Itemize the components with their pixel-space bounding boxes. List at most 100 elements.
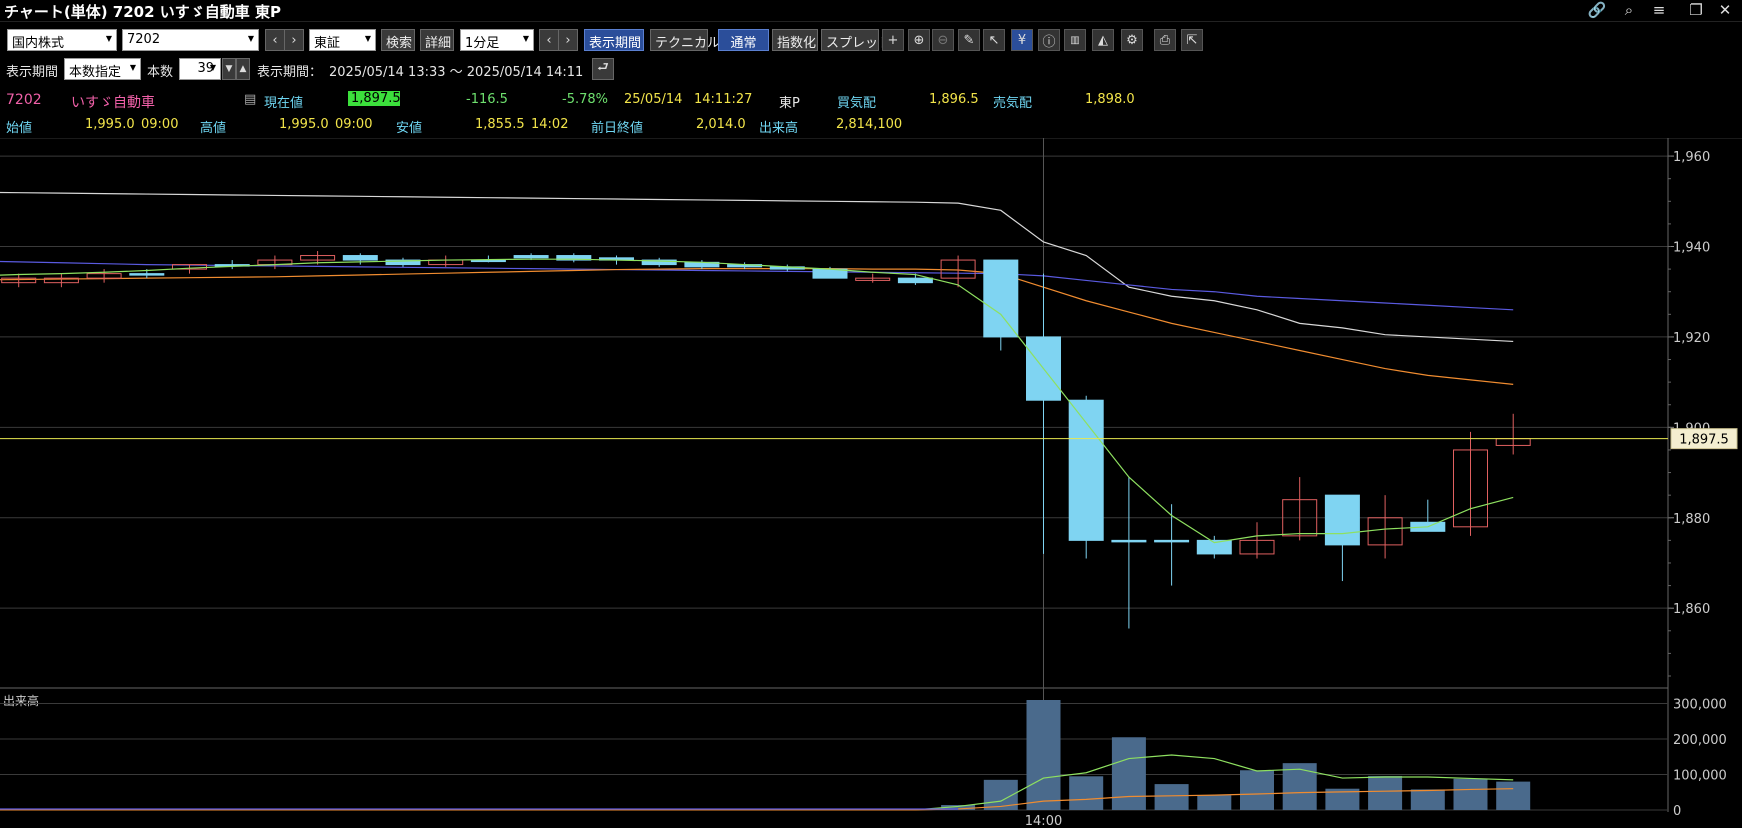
price-tick-label: 1,880 [1673,512,1710,527]
info-icon[interactable]: ⓘ [1038,29,1060,51]
low-time: 14:02 [531,117,569,132]
open-value: 1,995.0 [85,117,135,132]
technical-button[interactable]: テクニカル [650,29,720,51]
volume-tick-label: 0 [1673,804,1681,819]
search-button[interactable]: 検索 [381,29,415,51]
memo-icon[interactable]: ▤ [244,92,256,107]
high-value: 1,995.0 [279,117,329,132]
volume-bar[interactable] [1026,700,1061,810]
candle-body[interactable] [1154,539,1190,543]
volume-bar[interactable] [1197,795,1232,810]
count-label: 本数 [147,65,174,80]
quote-code: 7202 [6,92,42,108]
wrench-icon[interactable]: ⚙ [1121,29,1143,51]
quote-date: 25/05/14 [624,92,683,107]
period-label: 表示期間 [6,65,59,80]
interval-select[interactable]: 1分足 [460,29,534,51]
chevron-left-icon: ‹ [272,32,278,48]
ma-blue-line [0,260,1514,311]
close-icon[interactable]: ✕ [1712,0,1738,20]
zoom-out-icon[interactable]: ⊖ [932,29,954,51]
candle-body[interactable] [1068,399,1104,541]
next-period-button[interactable]: › [558,29,578,51]
candle-body[interactable] [513,255,549,259]
volume-tick-label: 300,000 [1673,698,1727,713]
quote-time: 14:11:27 [694,92,753,107]
prev-code-button[interactable]: ‹ [265,29,285,51]
reset-period-button[interactable]: ⮐ [592,58,614,80]
prev-close-label: 前日終値 [591,121,644,136]
zoom-in-icon[interactable]: ⊕ [908,29,930,51]
print-icon[interactable]: ⎙ [1154,29,1176,51]
count-up-button[interactable]: ▲ [236,58,250,80]
cursor-chart-icon[interactable]: ↖ [983,29,1005,51]
price-change: -116.5 [466,92,508,107]
volume-bar[interactable] [1368,775,1403,810]
exchange-select[interactable]: 東証 [309,29,376,51]
candle-body[interactable] [342,255,378,261]
candle-body[interactable] [1111,539,1147,543]
market-select[interactable]: 国内株式 [7,29,117,51]
period-mode-select[interactable]: 本数指定 [64,58,141,80]
volume-bar[interactable] [1240,770,1274,810]
ma-orange-line [0,268,1514,385]
menu-icon[interactable]: ≡ [1646,0,1672,20]
candle-body[interactable] [129,273,165,276]
code-select[interactable]: 7202 [122,29,259,51]
candle-chart-icon[interactable]: ▥ [1064,29,1086,51]
next-code-button[interactable]: › [284,29,304,51]
candle-body[interactable] [983,259,1019,338]
quote-name: いすゞ自動車 [71,95,155,111]
detail-button[interactable]: 詳細 [420,29,454,51]
search-icon[interactable]: ⌕ [1616,0,1642,20]
count-input[interactable]: 39 [179,58,221,80]
normal-button[interactable]: 通常 [718,29,769,51]
volume-bar[interactable] [1154,784,1189,810]
ask-label: 売気配 [993,96,1033,111]
volume-bar[interactable] [1069,776,1104,810]
price-label: 現在値 [264,96,304,111]
volume-bar[interactable] [1496,781,1531,810]
crosshair-icon[interactable]: + [882,29,904,51]
candle-body[interactable] [1324,494,1360,546]
price-change-pct: -5.78% [562,92,608,107]
price-tick-label: 1,860 [1673,602,1710,617]
prev-close-value: 2,014.0 [696,117,746,132]
high-label: 高値 [200,121,227,136]
ask-value: 1,898.0 [1085,92,1135,107]
current-price: 1,897.5 [348,91,401,106]
pencil-icon[interactable]: ✎ [958,29,980,51]
price-tick-label: 1,920 [1673,331,1710,346]
chevron-left-icon: ‹ [546,32,552,48]
link-icon[interactable]: 🔗 [1584,0,1610,20]
candle-body[interactable] [897,277,933,284]
volume-bar[interactable] [1410,789,1445,810]
volume-label: 出来高 [759,121,799,136]
count-down-button[interactable]: ▼ [222,58,236,80]
prev-period-button[interactable]: ‹ [539,29,559,51]
price-chart[interactable]: 1,9601,9401,9201,9001,8801,860出来高300,000… [0,138,1742,828]
low-label: 安値 [396,121,423,136]
chevron-right-icon: › [291,32,297,48]
bid-value: 1,896.5 [929,92,979,107]
price-tick-label: 1,940 [1673,241,1710,256]
restore-icon[interactable]: ❐ [1683,0,1709,20]
spread-button[interactable]: スプレッド [821,29,891,51]
popout-icon[interactable]: ⇱ [1181,29,1203,51]
index-button[interactable]: 指数化 [772,29,818,51]
area-chart-icon[interactable]: ◭ [1092,29,1114,51]
volume-bar[interactable] [1453,778,1488,810]
yen-icon[interactable]: ¥ [1011,29,1033,51]
volume-bar[interactable] [1111,737,1146,810]
window-title: チャート(単体) 7202 いすゞ自動車 東P [4,3,281,21]
price-tick-label: 1,960 [1673,150,1710,165]
bid-label: 買気配 [837,96,877,111]
high-time: 09:00 [335,117,373,132]
volume-tick-label: 100,000 [1673,769,1727,784]
chevron-right-icon: › [565,32,571,48]
volume-value: 2,814,100 [836,117,903,132]
range-label: 表示期間： [257,65,323,80]
period-button[interactable]: 表示期間 [584,29,644,51]
volume-panel-label: 出来高 [3,693,39,708]
current-price-tag-text: 1,897.5 [1679,433,1729,448]
